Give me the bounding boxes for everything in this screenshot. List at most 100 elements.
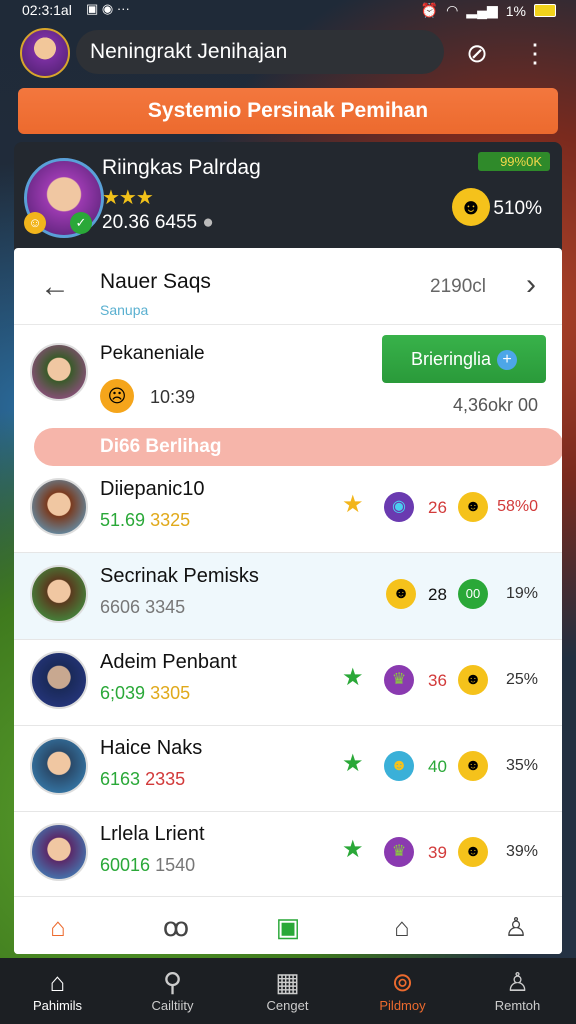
search-bar[interactable]: Neningrakt Jenihajan: [76, 30, 444, 74]
panel-subtitle[interactable]: Sanupa: [100, 302, 148, 318]
row-name: Haice Naks: [100, 737, 203, 759]
pink-highlight-bar[interactable]: Di66 Berlihag: [34, 428, 562, 466]
profile-name: Riingkas Palrdag: [102, 156, 261, 179]
orb-icon: ◉: [384, 492, 414, 522]
featured-right-value: 4,36okr 00: [452, 395, 538, 415]
row-percent: 39%: [505, 843, 538, 860]
avatar: [30, 343, 88, 401]
compass-icon[interactable]: ⊘: [460, 36, 494, 70]
emoji-icon: ☻: [458, 837, 488, 867]
row-number: 40: [428, 757, 447, 776]
smiley-icon: ☻: [384, 751, 414, 781]
panel-header: ← Nauer Saqs Sanupa 2190cl ›: [14, 248, 562, 325]
back-arrow-icon[interactable]: ←: [40, 270, 70, 304]
top-bar: Neningrakt Jenihajan ⊘ ⋮: [18, 28, 558, 78]
list-item[interactable]: Secrinak Pemisks 6606 3345 ☻ 28 00 19%: [14, 553, 562, 640]
smile-badge-icon: ☺: [24, 212, 46, 234]
info-icon[interactable]: ●: [202, 212, 213, 233]
nav-item-grid[interactable]: ▦ Cenget: [230, 958, 345, 1024]
battery-icon: [534, 4, 556, 17]
row-percent: 58%0: [497, 498, 538, 515]
search-icon: ⚲: [162, 967, 183, 997]
angry-emoji-icon: ☹: [100, 379, 134, 413]
avatar: [30, 565, 88, 623]
featured-name: Pekaneniale: [100, 343, 205, 364]
shield-badge-icon: ✓: [70, 212, 92, 234]
row-stats: 6606 3345: [100, 597, 186, 617]
house-notification-icon[interactable]: ⌂: [382, 907, 422, 947]
status-bar: 02:3:1al ▣ ◉ ··· ⏰ ◠ ▂▄▆ 1%: [0, 0, 576, 22]
list-item[interactable]: Diiepanic10 51.69 3325 ★ ◉ 26 ☻ 58%0: [14, 466, 562, 553]
row-name: Diiepanic10: [100, 478, 205, 500]
battery-percent: 1%: [505, 2, 526, 19]
row-percent: 25%: [505, 671, 538, 688]
avatar: [30, 478, 88, 536]
signal-icon: ▂▄▆: [466, 2, 498, 18]
row-stats: 6163 2335: [100, 769, 186, 789]
row-stats: 6;039 3305: [100, 683, 191, 703]
star-icon: ★: [342, 491, 364, 518]
user-avatar[interactable]: [20, 28, 70, 78]
smiley-icon: ☻: [452, 188, 490, 226]
emoji-icon: ☻: [458, 665, 488, 695]
bottom-navigation: ⌂ Pahimils ⚲ Cailtiity ▦ Cenget ⊚ Pildmo…: [0, 958, 576, 1024]
ranking-panel: ← Nauer Saqs Sanupa 2190cl › Pekaneniale…: [14, 248, 562, 954]
row-number: 26: [428, 498, 447, 517]
emoji-icon: ☻: [458, 751, 488, 781]
list-item[interactable]: Lrlela Lrient 60016 1540 ★ ♛ 39 ☻ 39%: [14, 811, 562, 898]
alarm-icon: ⏰: [420, 2, 439, 18]
nav-item-home[interactable]: ⌂ Pahimils: [0, 958, 115, 1024]
profile-stars: ★★★: [102, 187, 154, 209]
row-name: Adeim Penbant: [100, 651, 237, 673]
row-number: 39: [428, 843, 447, 862]
grid-icon: ▦: [275, 967, 300, 997]
row-percent: 19%: [505, 585, 538, 602]
panel-tab-bar: ⌂ ꝏ ▣ ⌂ ♙: [14, 896, 562, 954]
profile-icon[interactable]: ♙: [496, 907, 536, 947]
system-banner[interactable]: Systemio Persinak Pemihan: [18, 88, 558, 134]
row-stats: 60016 1540: [100, 855, 196, 875]
wifi-icon: ◠: [446, 2, 459, 18]
row-percent: 35%: [505, 757, 538, 774]
document-icon[interactable]: ▣: [268, 907, 308, 947]
profile-percent: 510%: [493, 198, 542, 219]
home-icon: ⌂: [49, 967, 66, 997]
featured-player[interactable]: Pekaneniale ☹ 10:39 Brieringlia + 4,36okr…: [14, 325, 562, 429]
plus-icon: +: [497, 350, 518, 371]
more-menu-icon[interactable]: ⋮: [518, 36, 552, 70]
panel-header-value: 2190cl: [430, 276, 486, 297]
forward-chevron-icon[interactable]: ›: [526, 268, 536, 302]
panel-title: Nauer Saqs: [100, 270, 211, 293]
profile-card: ☺ ✓ Riingkas Palrdag ★★★ 20.36 6455 ● 99…: [14, 142, 562, 250]
list-item[interactable]: Haice Naks 6163 2335 ★ ☻ 40 ☻ 35%: [14, 725, 562, 812]
status-time: 02:3:1al: [22, 2, 72, 18]
row-number: 36: [428, 671, 447, 690]
status-notification-icons: ▣ ◉ ···: [86, 1, 130, 16]
crown-icon: ♛: [384, 665, 414, 695]
profile-score: 20.36 6455 ●: [102, 212, 214, 233]
user-icon: ♙: [505, 967, 530, 997]
emoji-icon: ☻: [458, 492, 488, 522]
star-icon: ★: [342, 664, 364, 691]
row-stats: 51.69 3325: [100, 510, 191, 530]
friends-icon[interactable]: ꝏ: [156, 907, 196, 947]
featured-value: 10:39: [150, 387, 196, 407]
featured-action-button[interactable]: Brieringlia +: [382, 335, 546, 383]
star-icon: ★: [342, 836, 364, 863]
nav-item-search[interactable]: ⚲ Cailtiity: [115, 958, 230, 1024]
row-number: 28: [428, 585, 447, 604]
avatar: [30, 823, 88, 881]
crown-icon: ♛: [384, 837, 414, 867]
avatar: [30, 651, 88, 709]
home-icon[interactable]: ⌂: [38, 907, 78, 947]
list-item[interactable]: Adeim Penbant 6;039 3305 ★ ♛ 36 ☻ 25%: [14, 639, 562, 726]
green-badge-icon: 00: [458, 579, 488, 609]
row-name: Secrinak Pemisks: [100, 565, 259, 587]
smiley-icon: ☻: [386, 579, 416, 609]
nav-item-profile[interactable]: ♙ Remtoh: [460, 958, 575, 1024]
map-pin-icon: ⊚: [391, 967, 414, 997]
nav-item-map[interactable]: ⊚ Pildmoy: [345, 958, 460, 1024]
star-icon: ★: [342, 750, 364, 777]
avatar: [30, 737, 88, 795]
rating-chip: 99%0K: [478, 152, 550, 171]
